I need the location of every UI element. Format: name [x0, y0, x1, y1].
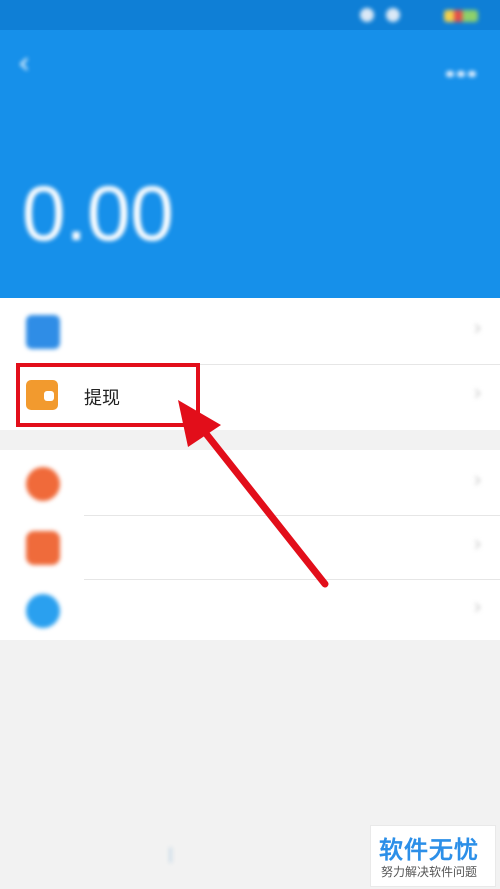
footer-links: |: [160, 845, 189, 863]
list-item-recharge[interactable]: ›: [0, 300, 500, 364]
alarm-icon: [360, 8, 374, 22]
primary-actions-list: › 提现 ›: [0, 298, 500, 430]
list-item-fund[interactable]: ›: [0, 516, 500, 580]
footer-separator: |: [168, 845, 174, 863]
chevron-right-icon: ›: [473, 468, 482, 493]
status-bar: [0, 0, 500, 30]
recharge-icon: [26, 315, 60, 349]
withdraw-label: 提现: [84, 388, 120, 409]
balance-header: ‹ 0.00: [0, 0, 500, 298]
chevron-right-icon: ›: [473, 532, 482, 557]
yuelibao-icon: [26, 594, 60, 628]
back-button[interactable]: ‹: [18, 49, 46, 79]
watermark-title: 软件无忧: [379, 836, 479, 864]
more-button[interactable]: [446, 62, 480, 77]
fund-icon: [26, 531, 60, 565]
wallet-icon: [26, 380, 58, 410]
list-item-yuebao[interactable]: ›: [0, 452, 500, 516]
list-item-withdraw[interactable]: 提现 ›: [0, 365, 500, 429]
chevron-right-icon: ›: [473, 381, 482, 406]
chevron-right-icon: ›: [473, 595, 482, 620]
list-item-yuelibao[interactable]: ›: [0, 580, 500, 644]
financial-products-list: › › ›: [0, 450, 500, 640]
balance-amount: 0.00: [22, 169, 174, 257]
back-arrow-icon: ‹: [18, 46, 30, 81]
watermark-logo: 软件无忧 努力解决软件问题: [370, 825, 496, 887]
battery-icon: [444, 10, 478, 22]
yuebao-icon: [26, 467, 60, 501]
wifi-icon: [386, 8, 400, 22]
watermark-subtitle: 努力解决软件问题: [381, 865, 478, 879]
more-dots-icon: [446, 71, 454, 77]
chevron-right-icon: ›: [473, 316, 482, 341]
